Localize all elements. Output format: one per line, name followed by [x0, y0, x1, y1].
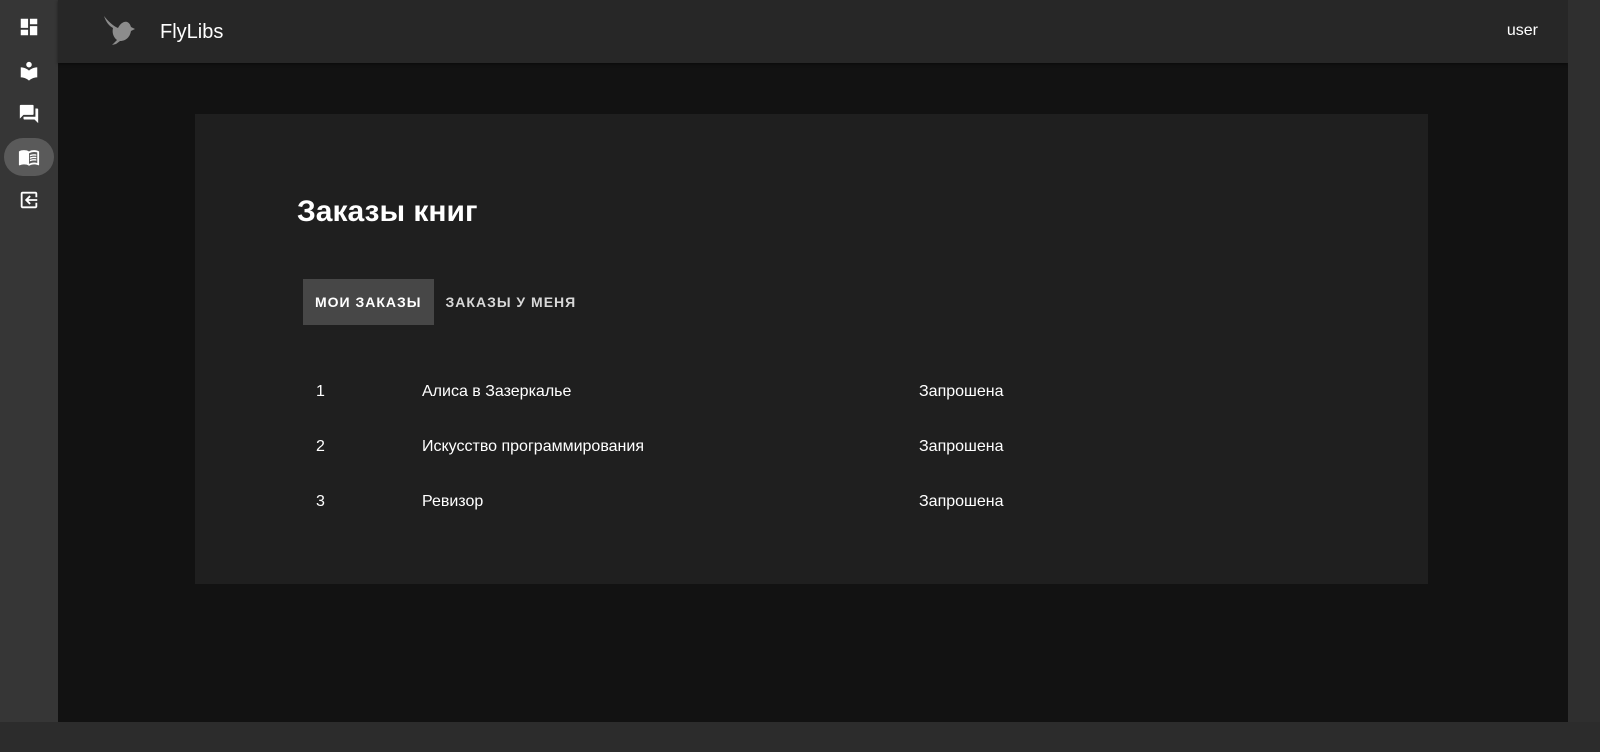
sidebar-item-forum[interactable] — [4, 95, 54, 133]
tab-my-orders[interactable]: Мои заказы — [303, 279, 434, 325]
sidebar-item-orders[interactable] — [4, 138, 54, 176]
table-row[interactable]: 2 Искусство программирования Запрошена — [303, 419, 1323, 474]
order-number: 1 — [316, 382, 325, 400]
book-icon — [18, 150, 40, 166]
sidebar-item-logout[interactable] — [4, 181, 54, 219]
bird-logo-icon — [100, 12, 136, 48]
order-status: Запрошена — [919, 492, 1004, 510]
order-number: 2 — [316, 437, 325, 455]
app-title: FlyLibs — [160, 21, 224, 43]
table-row[interactable]: 3 Ревизор Запрошена — [303, 474, 1323, 529]
table-row[interactable]: 1 Алиса в Зазеркалье Запрошена — [303, 364, 1323, 419]
logout-icon — [20, 191, 38, 209]
order-number: 3 — [316, 492, 325, 510]
order-status: Запрошена — [919, 437, 1004, 455]
forum-icon — [19, 104, 39, 124]
window-edge — [1568, 0, 1600, 752]
order-book-title: Алиса в Зазеркалье — [422, 382, 572, 400]
tabs: Мои заказы Заказы у меня — [303, 279, 588, 325]
window-bottom-edge — [0, 722, 1600, 752]
sidebar-item-reader[interactable] — [4, 52, 54, 90]
order-book-title: Ревизор — [422, 492, 484, 510]
app-window: FlyLibs user Заказы книг Мои заказы Зака… — [0, 0, 1568, 722]
order-status: Запрошена — [919, 382, 1004, 400]
order-book-title: Искусство программирования — [422, 437, 644, 455]
dashboard-icon — [20, 18, 38, 36]
tab-orders-from-me[interactable]: Заказы у меня — [434, 279, 589, 325]
user-menu[interactable]: user — [1507, 21, 1538, 41]
reader-icon — [20, 61, 38, 81]
page-title: Заказы книг — [297, 195, 478, 228]
orders-table: 1 Алиса в Зазеркалье Запрошена 2 Искусст… — [303, 364, 1323, 529]
sidebar-item-dashboard[interactable] — [4, 8, 54, 46]
sidebar — [0, 0, 58, 722]
orders-card: Заказы книг Мои заказы Заказы у меня 1 А… — [195, 114, 1428, 584]
app-bar: FlyLibs user — [58, 0, 1568, 63]
